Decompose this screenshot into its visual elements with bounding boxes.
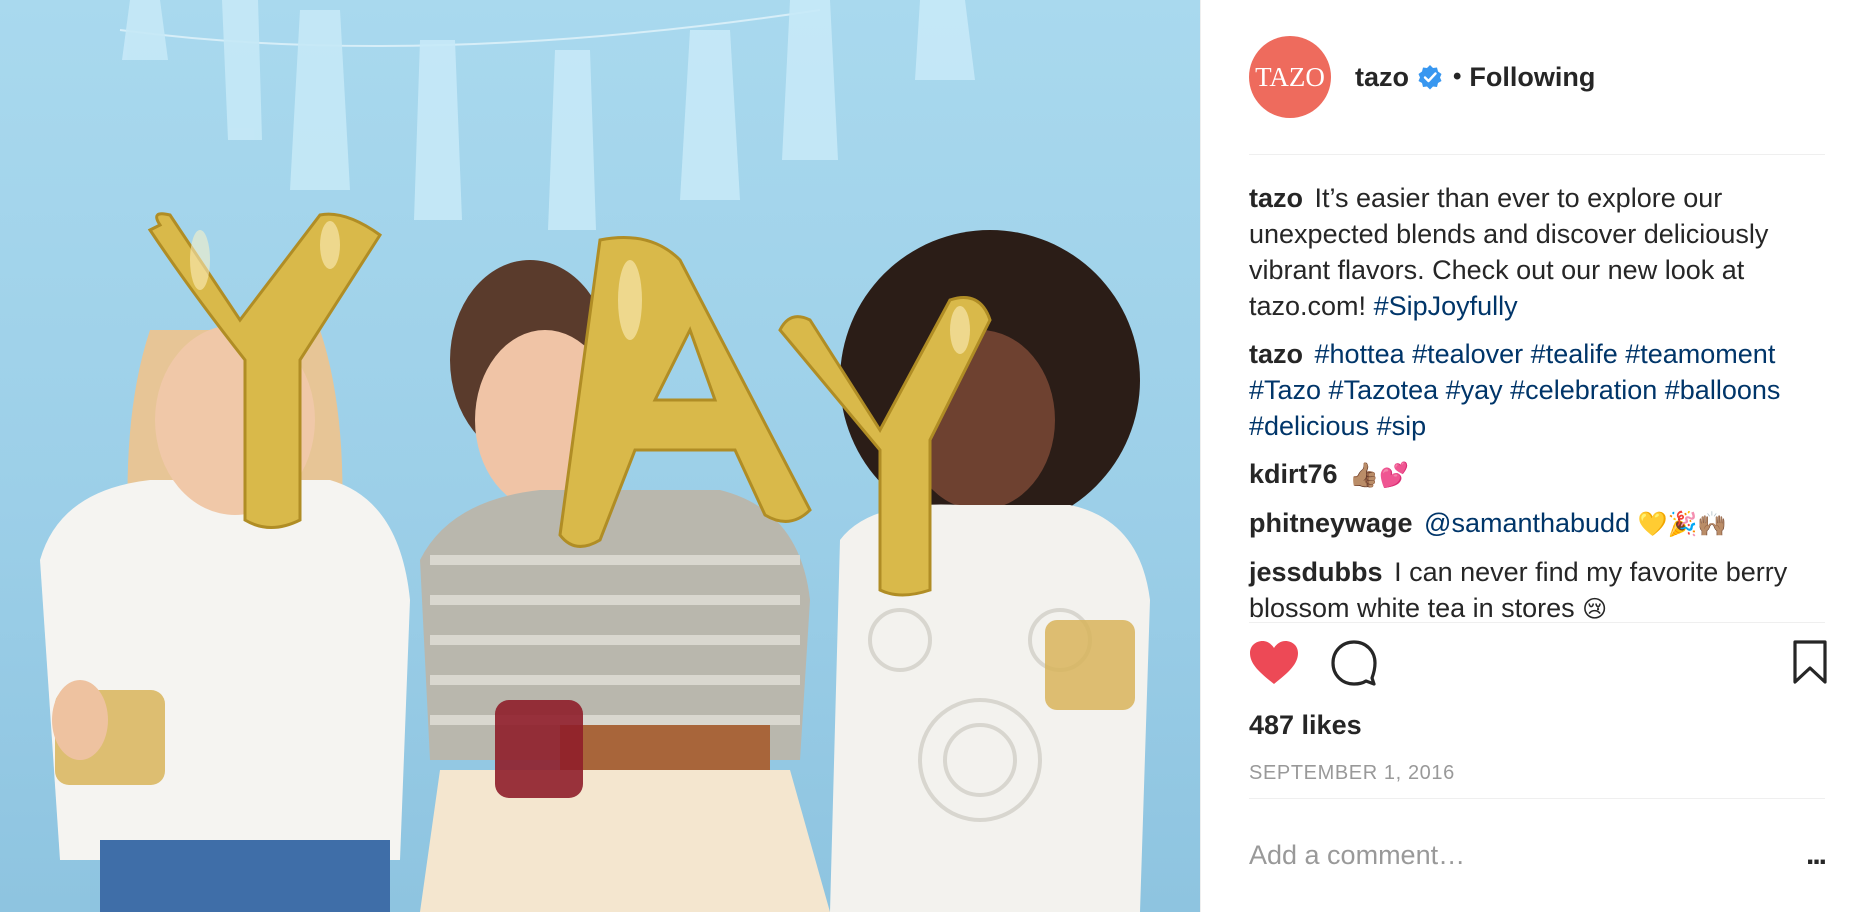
add-comment-input[interactable] [1249,839,1806,871]
comment-hashtags[interactable]: #hottea #tealover #tealife #teamoment #T… [1249,339,1780,441]
comment-mention[interactable]: @samanthabudd [1424,508,1630,538]
comment-item: tazo #hottea #tealover #tealife #teamome… [1249,336,1829,444]
comment-emoji: 👍🏽💕 [1349,461,1409,489]
actions-divider [1249,622,1825,623]
following-button[interactable]: Following [1469,62,1595,93]
avatar[interactable]: TAZO [1249,36,1331,118]
comment-icon[interactable] [1331,640,1377,686]
post-sidebar: TAZO tazo • Following tazo It’s easier t… [1200,0,1872,912]
comment-emoji: 😢 [1582,595,1608,623]
more-options-icon[interactable]: ... [1806,838,1827,872]
separator-dot: • [1453,63,1462,90]
post-photo[interactable] [0,0,1200,912]
heart-icon[interactable] [1249,640,1299,686]
comment-username[interactable]: phitneywage [1249,508,1413,538]
avatar-logo-text: TAZO [1255,61,1325,92]
comment-username[interactable]: kdirt76 [1249,459,1338,489]
comments-list: tazo It’s easier than ever to explore ou… [1249,180,1829,639]
comment-emoji: 💛🎉🙌🏽 [1637,510,1728,538]
bookmark-icon[interactable] [1793,640,1827,684]
photo-illustration [40,0,1150,912]
comment-item: kdirt76 👍🏽💕 [1249,456,1829,493]
verified-badge-icon [1418,65,1442,90]
add-comment-bar: ... [1249,830,1827,880]
footer-divider [1249,798,1825,799]
comment-username[interactable]: tazo [1249,339,1303,369]
person-left [40,325,410,912]
caption: tazo It’s easier than ever to explore ou… [1249,180,1829,324]
likes-count[interactable]: 487 likes [1249,710,1362,741]
header-divider [1249,154,1825,155]
action-bar [1249,640,1827,696]
post-header: TAZO tazo • Following [1249,36,1825,118]
tassel-garland [122,0,975,230]
caption-username[interactable]: tazo [1249,183,1303,213]
comment-item: phitneywage @samanthabudd 💛🎉🙌🏽 [1249,505,1829,542]
comment-username[interactable]: jessdubbs [1249,557,1383,587]
hashtag-link[interactable]: #SipJoyfully [1374,291,1518,321]
username-link[interactable]: tazo [1355,62,1409,93]
comment-item: jessdubbs I can never find my favorite b… [1249,554,1829,627]
person-right [830,230,1150,912]
post-date: SEPTEMBER 1, 2016 [1249,762,1455,784]
